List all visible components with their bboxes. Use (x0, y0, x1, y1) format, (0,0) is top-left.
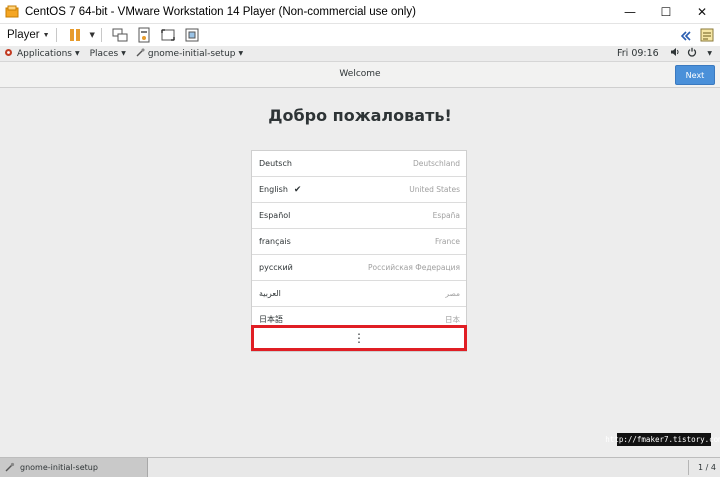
language-name-wrap: English ✔ (259, 185, 301, 195)
page-title: Добро пожаловать! (268, 106, 452, 125)
window-title: CentOS 7 64-bit - VMware Workstation 14 … (25, 5, 416, 18)
workspace-pager[interactable]: 1 / 4 (688, 460, 716, 475)
bottom-taskbar: gnome-initial-setup 1 / 4 (0, 457, 720, 477)
language-name: français (259, 237, 291, 246)
caret-down-icon: ▼ (42, 31, 50, 39)
send-ctrl-alt-del-icon[interactable] (112, 27, 128, 43)
welcome-page: Добро пожаловать! Deutsch Deutschland En… (0, 88, 720, 457)
language-region: 日本 (445, 315, 460, 324)
player-menu[interactable]: Player ▼ (7, 29, 50, 41)
pause-icon[interactable] (67, 27, 83, 43)
language-region: España (432, 211, 460, 220)
pause-dropdown-icon[interactable]: ▼ (90, 31, 95, 39)
next-button[interactable]: Next (675, 65, 715, 85)
more-languages-button[interactable]: ⋮ (251, 325, 467, 351)
header-title: Welcome (339, 69, 381, 79)
app-window-icon (5, 462, 15, 474)
unity-mode-icon[interactable] (184, 27, 200, 43)
places-label: Places (89, 48, 119, 59)
close-icon: ✕ (696, 5, 708, 19)
language-name: Español (259, 211, 291, 220)
language-row-francais[interactable]: français France (252, 229, 466, 255)
checkmark-icon: ✔ (293, 184, 302, 195)
system-status-area[interactable]: ▼ (670, 47, 712, 60)
minimize-button[interactable]: — (612, 0, 648, 24)
toolbar-separator (55, 28, 57, 42)
applications-label: Applications (17, 48, 72, 59)
vmware-app-icon (5, 5, 19, 19)
app-menu[interactable]: gnome-initial-setup ▼ (136, 48, 243, 60)
places-menu[interactable]: Places ▼ (90, 49, 126, 59)
maximize-icon: ☐ (660, 5, 672, 19)
header-bar: Welcome Next (0, 62, 720, 88)
language-region: Российская Федерация (368, 263, 460, 272)
gnome-foot-icon (4, 48, 13, 60)
more-vertical-icon: ⋮ (353, 331, 365, 345)
fullscreen-icon[interactable] (160, 27, 176, 43)
clock[interactable]: Fri 09:16 (617, 48, 659, 59)
watermark: http://fmaker7.tistory.com (605, 433, 720, 446)
language-region: United States (409, 185, 460, 194)
app-menu-icon (136, 48, 145, 60)
language-name: русский (259, 263, 293, 272)
language-row-espanol[interactable]: Español España (252, 203, 466, 229)
player-menu-label: Player (7, 29, 40, 41)
language-region: مصر (445, 289, 460, 298)
taskbar-item-gnome-initial-setup[interactable]: gnome-initial-setup (0, 458, 148, 477)
language-name: English (259, 185, 288, 194)
power-icon (687, 47, 697, 60)
language-region: Deutschland (412, 159, 460, 168)
caret-down-icon: ▼ (238, 50, 244, 57)
double-chevron-left-icon[interactable] (680, 27, 692, 46)
language-name: العربية (259, 289, 281, 298)
language-row-russian[interactable]: русский Российская Федерация (252, 255, 466, 281)
maximize-button[interactable]: ☐ (648, 0, 684, 24)
caret-down-icon: ▼ (707, 50, 712, 57)
app-menu-label: gnome-initial-setup (147, 48, 236, 59)
language-list: Deutsch Deutschland English ✔ United Sta… (251, 150, 467, 352)
language-row-deutsch[interactable]: Deutsch Deutschland (252, 151, 466, 177)
vmware-toolbar: Player ▼ ▼ (0, 24, 720, 46)
applications-menu[interactable]: Applications ▼ (4, 48, 80, 60)
language-region: France (435, 237, 460, 246)
language-name: 日本語 (259, 315, 283, 324)
window-titlebar: CentOS 7 64-bit - VMware Workstation 14 … (0, 0, 720, 24)
close-button[interactable]: ✕ (684, 0, 720, 24)
language-row-english[interactable]: English ✔ United States (252, 177, 466, 203)
caret-down-icon: ▼ (121, 50, 126, 57)
language-row-arabic[interactable]: العربية مصر (252, 281, 466, 307)
language-name: Deutsch (259, 159, 292, 168)
notes-icon[interactable] (700, 27, 714, 46)
minimize-icon: — (624, 5, 636, 19)
toolbar-separator (100, 28, 102, 42)
volume-icon (670, 47, 680, 60)
removable-devices-icon[interactable] (136, 27, 152, 43)
gnome-top-bar: Applications ▼ Places ▼ gnome-initial-se… (0, 46, 720, 62)
taskbar-item-label: gnome-initial-setup (20, 463, 98, 472)
caret-down-icon: ▼ (74, 50, 80, 57)
